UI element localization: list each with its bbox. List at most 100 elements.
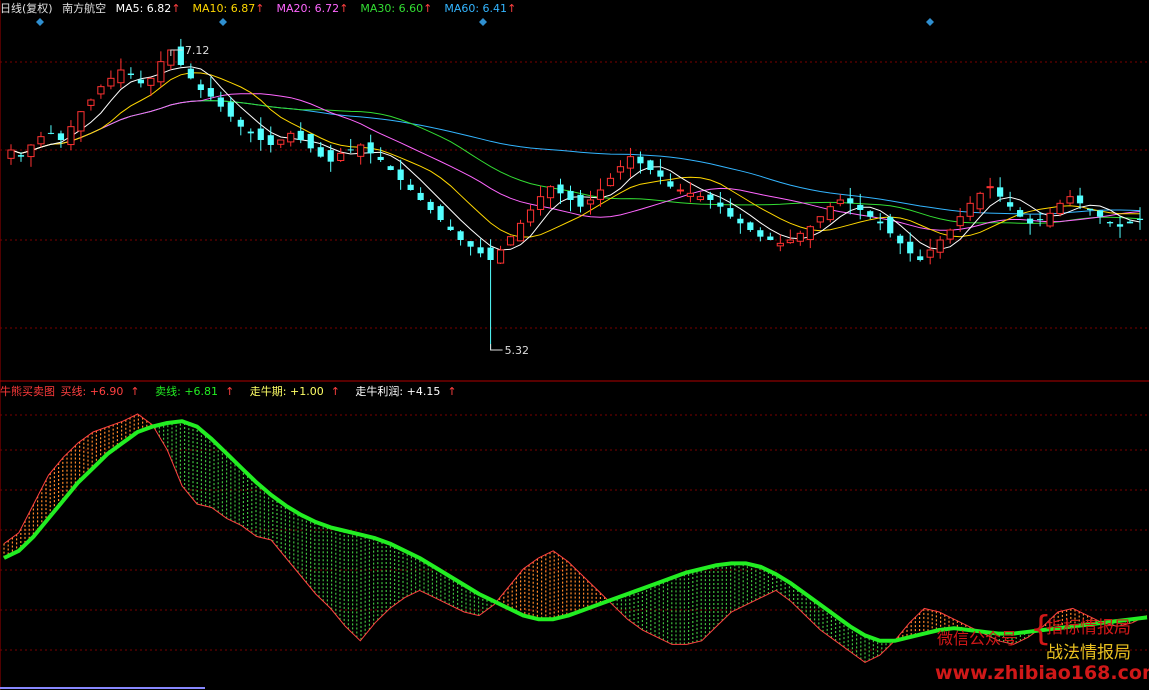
candle-body	[877, 221, 884, 224]
high-marker-label: 7.12	[185, 44, 210, 57]
candle-body	[357, 144, 365, 157]
candle-body	[447, 226, 454, 230]
candle-body	[197, 84, 204, 90]
candle-body	[487, 247, 494, 260]
candle-body	[657, 170, 664, 177]
candle-body	[676, 189, 685, 192]
candle-body	[897, 235, 904, 244]
candle-body	[1007, 202, 1014, 207]
watermark-url: www.zhibiao168.com	[935, 662, 1149, 684]
candle-body	[857, 204, 864, 210]
candle-body	[17, 155, 25, 157]
candle-body	[1106, 222, 1114, 224]
signal-diamond	[36, 18, 44, 26]
signal-diamond	[219, 18, 227, 26]
candle-body	[816, 216, 824, 223]
signal-diamond	[926, 18, 934, 26]
candle-body	[157, 61, 165, 83]
candle-body	[786, 239, 794, 244]
candle-body	[907, 241, 914, 254]
candle-body	[397, 169, 404, 180]
candle-body	[267, 135, 274, 145]
candle-body	[767, 236, 774, 240]
candle-body	[616, 166, 625, 173]
candle-body	[377, 156, 384, 160]
candle-body	[847, 198, 854, 204]
candle-body	[277, 139, 285, 145]
candle-body	[696, 196, 704, 201]
candle-body	[717, 202, 724, 207]
candle-body	[127, 73, 134, 75]
candle-body	[417, 192, 424, 200]
candle-body	[776, 242, 784, 247]
candle-body	[567, 190, 574, 200]
low-marker-line	[490, 344, 503, 351]
candle-body	[546, 186, 555, 199]
low-marker-label: 5.32	[505, 344, 530, 357]
candle-body	[47, 132, 55, 134]
candle-body	[77, 111, 85, 132]
candle-body	[237, 119, 244, 127]
candle-body	[1086, 208, 1094, 210]
candle-body	[867, 211, 874, 217]
candle-body	[917, 256, 924, 260]
candle-body	[516, 222, 525, 242]
candle-body	[257, 128, 264, 140]
candle-body	[327, 150, 334, 162]
candle-body	[586, 199, 595, 205]
price-panel: 7.12 5.32	[7, 18, 1144, 357]
candle-body	[747, 222, 754, 230]
candle-body	[727, 208, 734, 217]
signal-diamond	[479, 18, 487, 26]
watermark-label: 微信公众号	[937, 629, 1018, 648]
candle-body	[437, 206, 444, 220]
candle-body	[1116, 224, 1124, 227]
candle-body	[686, 192, 694, 197]
candle-body	[887, 217, 894, 234]
candle-body	[997, 187, 1004, 197]
candle-body	[317, 147, 324, 157]
candle-body	[387, 166, 394, 170]
stock-chart[interactable]: 7.12 5.32	[0, 0, 1149, 690]
candle-body	[57, 133, 65, 140]
candle-body	[307, 133, 314, 149]
candle-body	[87, 99, 95, 106]
candle-body	[67, 126, 75, 146]
candle-body	[926, 249, 934, 258]
candle-body	[606, 177, 615, 187]
candle-body	[247, 131, 254, 134]
candle-body	[836, 199, 844, 205]
candle-body	[347, 149, 354, 151]
candle-body	[427, 201, 434, 210]
candle-body	[806, 226, 814, 241]
candle-body	[496, 249, 505, 264]
candle-body	[1096, 210, 1104, 217]
candle-body	[467, 241, 474, 247]
candle-body	[956, 216, 964, 227]
candle-body	[337, 152, 345, 162]
candle-body	[936, 239, 944, 253]
candle-body	[757, 230, 764, 237]
candle-body	[1076, 195, 1084, 204]
chart-grid	[0, 0, 1149, 690]
candle-body	[577, 194, 584, 207]
sell-line	[3, 419, 1148, 643]
candle-body	[536, 196, 545, 210]
candle-body	[986, 186, 994, 189]
watermark-line2: 战法情报局	[1046, 643, 1131, 663]
candle-body	[177, 46, 184, 65]
candle-body	[1046, 212, 1054, 227]
candle-body	[27, 144, 35, 158]
candle-body	[227, 102, 234, 117]
candle-body	[97, 86, 105, 95]
candle-body	[796, 232, 804, 242]
candle-body	[37, 136, 45, 145]
candle-body	[107, 77, 115, 87]
candle-body	[137, 79, 144, 84]
candle-body	[557, 184, 564, 194]
candle-body	[1017, 210, 1024, 217]
candle-body	[826, 206, 834, 221]
candle-body	[1126, 221, 1134, 224]
candle-body	[526, 209, 535, 223]
candle-body	[187, 68, 194, 79]
